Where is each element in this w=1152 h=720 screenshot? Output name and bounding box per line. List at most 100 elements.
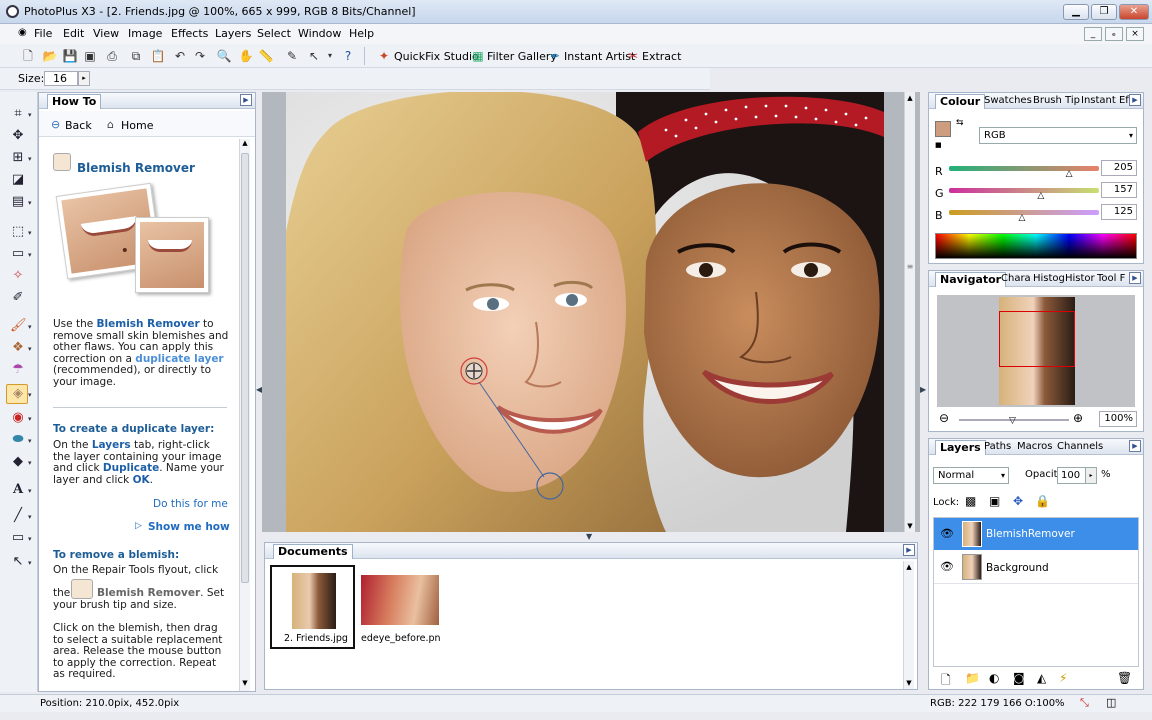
move-tool-icon[interactable]: ✥ — [10, 128, 26, 144]
bottom-splitter-icon[interactable]: ▼ — [586, 532, 592, 541]
navigator-preview[interactable] — [937, 295, 1135, 407]
lock-pixels-icon[interactable]: ▣ — [989, 494, 1000, 508]
shape-tool-icon[interactable]: ▭ — [10, 530, 26, 546]
help-icon[interactable]: ? — [340, 48, 356, 64]
layer-name[interactable]: Background — [986, 562, 1049, 574]
hand-icon[interactable]: ✋ — [238, 48, 254, 64]
layers-menu-icon[interactable]: ▶ — [1129, 440, 1141, 452]
visibility-eye-icon[interactable]: 👁 — [940, 560, 954, 573]
tab-instant-effects[interactable]: Instant Eff — [1081, 95, 1132, 106]
pen-icon[interactable]: ✎ — [284, 48, 300, 64]
colour-mode-select[interactable]: RGB ▾ — [979, 127, 1137, 144]
open-file-icon[interactable]: 📂 — [42, 48, 58, 64]
green-value[interactable]: 157 — [1101, 182, 1137, 198]
pointer-icon[interactable]: ↖ — [306, 48, 322, 64]
maximize-button[interactable]: ❐ — [1091, 4, 1117, 20]
blemish-remover-icon[interactable]: ◈ — [10, 386, 26, 402]
ruler-icon[interactable]: 📏 — [258, 48, 274, 64]
tab-colour[interactable]: Colour — [935, 94, 986, 109]
new-file-icon[interactable]: 🗋 — [20, 48, 36, 64]
undo-icon[interactable]: ↶ — [172, 48, 188, 64]
filter-gallery-icon[interactable]: ▦ — [470, 48, 486, 64]
duplicate-layer-link[interactable]: duplicate layer — [135, 353, 223, 365]
colour-menu-icon[interactable]: ▶ — [1129, 94, 1141, 106]
menu-help[interactable]: Help — [349, 27, 374, 40]
quickfix-icon[interactable]: ✦ — [376, 48, 392, 64]
navigator-view-rect[interactable] — [999, 311, 1075, 367]
doc-icon[interactable]: ◉ — [18, 27, 27, 38]
how-to-scrollbar[interactable]: ▲ ▼ — [239, 139, 250, 691]
smudge-tool-icon[interactable]: ☂ — [10, 362, 26, 378]
minimize-button[interactable]: ▁ — [1063, 4, 1089, 20]
panel-menu-icon[interactable]: ▶ — [240, 94, 252, 106]
back-icon[interactable]: ⊖ — [51, 118, 60, 131]
blue-slider-thumb[interactable]: △ — [1019, 213, 1026, 223]
right-splitter-icon[interactable]: ▶ — [920, 385, 926, 394]
zoom-value[interactable]: 100% — [1099, 411, 1137, 427]
tab-swatches[interactable]: Swatches — [984, 95, 1032, 106]
menu-edit[interactable]: Edit — [63, 27, 84, 40]
tab-brush-tip[interactable]: Brush Tip — [1033, 95, 1080, 106]
show-me-how-link[interactable]: Show me how — [148, 521, 230, 533]
lock-transparency-icon[interactable]: ▩ — [965, 494, 976, 508]
menu-effects[interactable]: Effects — [171, 27, 208, 40]
red-value[interactable]: 205 — [1101, 160, 1137, 176]
colour-spectrum[interactable] — [935, 233, 1137, 259]
document-thumb-friends[interactable]: 2. Friends.jpg — [270, 565, 355, 649]
red-eye-icon[interactable]: ◉ — [10, 410, 26, 426]
magic-wand-icon[interactable]: ✧ — [10, 268, 26, 284]
pointer-dropdown-icon[interactable]: ▾ — [322, 48, 338, 64]
tab-macros[interactable]: Macros — [1017, 441, 1052, 452]
text-tool-icon[interactable]: A — [10, 482, 26, 498]
home-icon[interactable]: ⌂ — [107, 118, 114, 131]
zoom-icon[interactable]: 🔍 — [216, 48, 232, 64]
tab-tool-presets[interactable]: Tool F — [1097, 273, 1125, 284]
quickfix-studio-button[interactable]: QuickFix Studio — [394, 50, 479, 63]
paste-icon[interactable]: 📋 — [150, 48, 166, 64]
home-button[interactable]: Home — [121, 119, 153, 132]
tab-paths[interactable]: Paths — [984, 441, 1011, 452]
swap-colours-icon[interactable]: ⇆ — [956, 118, 964, 128]
doc-minimize-button[interactable]: _ — [1084, 27, 1102, 41]
print-icon[interactable]: ⎙ — [104, 48, 120, 64]
clone-tool-icon[interactable]: ❖ — [10, 340, 26, 356]
tab-how-to[interactable]: How To — [47, 94, 102, 109]
layer-name[interactable]: BlemishRemover — [986, 528, 1075, 540]
shape-selection-icon[interactable]: ▭ — [10, 246, 26, 262]
red-slider-thumb[interactable]: △ — [1066, 169, 1073, 179]
blend-mode-select[interactable]: Normal ▾ — [933, 467, 1009, 484]
canvas-scrollbar[interactable]: ▲ ≡ ▼ — [904, 92, 915, 532]
menu-file[interactable]: File — [34, 27, 52, 40]
save-as-icon[interactable]: ▣ — [82, 48, 98, 64]
green-slider[interactable] — [949, 188, 1099, 193]
straighten-tool-icon[interactable]: ◪ — [10, 172, 26, 188]
deform-tool-icon[interactable]: ⊞ — [10, 150, 26, 166]
documents-scrollbar[interactable]: ▲ ▼ — [903, 561, 914, 689]
document-thumb-redeye[interactable] — [361, 575, 439, 625]
tab-layers[interactable]: Layers — [935, 440, 986, 455]
show-me-arrow-icon[interactable]: ▷ — [135, 521, 142, 531]
documents-menu-icon[interactable]: ▶ — [903, 544, 915, 556]
zoom-out-icon[interactable]: ⊖ — [939, 411, 949, 425]
tab-documents[interactable]: Documents — [273, 544, 353, 559]
panel-toggle-icon[interactable]: ◫ — [1106, 696, 1116, 709]
red-slider[interactable] — [949, 166, 1099, 171]
lock-position-icon[interactable]: ✥ — [1013, 494, 1023, 508]
layer-row-background[interactable]: 👁 Background — [934, 550, 1138, 584]
redo-icon[interactable]: ↷ — [192, 48, 208, 64]
reset-colours-icon[interactable]: ■ — [935, 141, 942, 149]
size-dropdown-icon[interactable]: ▸ — [78, 71, 90, 86]
menu-layers[interactable]: Layers — [215, 27, 251, 40]
new-layer-icon[interactable]: 🗋 — [941, 671, 951, 692]
save-icon[interactable]: 💾 — [62, 48, 78, 64]
layer-row-blemishremover[interactable]: 👁 BlemishRemover — [934, 518, 1138, 550]
resize-icon[interactable]: ⤡ — [1080, 696, 1089, 710]
layer-effects-icon[interactable]: ◭ — [1037, 671, 1046, 685]
zoom-in-icon[interactable]: ⊕ — [1073, 411, 1083, 425]
crop-tool-icon[interactable]: ⌗ — [10, 106, 26, 122]
green-slider-thumb[interactable]: △ — [1037, 191, 1044, 201]
selection-tool-icon[interactable]: ⬚ — [10, 224, 26, 240]
tab-character[interactable]: Chara — [1001, 273, 1031, 284]
eraser-icon[interactable]: ⬬ — [10, 432, 26, 448]
extract-button[interactable]: Extract — [642, 50, 681, 63]
